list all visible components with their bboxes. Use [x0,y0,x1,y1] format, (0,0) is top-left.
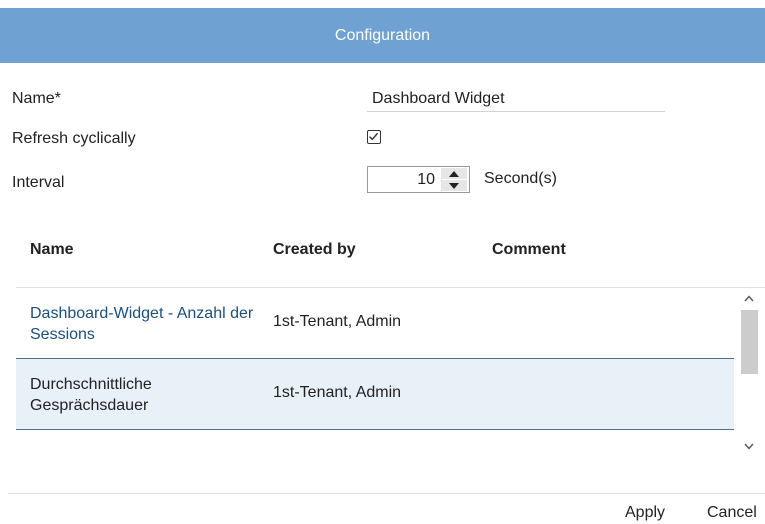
checkmark-icon [369,132,379,141]
triangle-down-icon [449,182,459,189]
column-header-comment[interactable]: Comment [492,241,566,259]
table-row-selected[interactable]: Durchschnittliche Gesprächsdauer 1st-Ten… [16,359,734,430]
name-label: Name* [12,90,61,107]
scroll-down-button[interactable] [743,440,755,452]
interval-value[interactable]: 10 [417,171,435,189]
scroll-up-button[interactable] [743,292,755,304]
row-created-by-cell: 1st-Tenant, Admin [273,384,402,401]
dialog-header: Configuration [0,8,765,63]
scroll-thumb[interactable] [741,310,758,374]
footer-divider [8,493,765,494]
table-row[interactable]: Dashboard-Widget - Anzahl der Sessions 1… [16,288,734,359]
decrement-button[interactable] [441,180,467,191]
interval-label: Interval [12,174,65,191]
apply-button[interactable]: Apply [625,504,665,522]
cancel-button[interactable]: Cancel [707,504,757,522]
row-name-cell: Durchschnittliche Gesprächsdauer [30,376,152,414]
dialog-title: Configuration [334,26,431,44]
triangle-up-icon [449,170,459,177]
refresh-cyclically-checkbox[interactable] [367,130,381,144]
chevron-down-icon [744,443,754,450]
interval-spinner[interactable]: 10 [367,166,470,193]
column-header-created-by[interactable]: Created by [273,241,356,259]
interval-unit-label: Second(s) [484,170,557,187]
refresh-cyclically-label: Refresh cyclically [12,130,136,147]
row-created-by-cell: 1st-Tenant, Admin [273,313,402,330]
table-scrollbar[interactable] [738,288,760,458]
increment-button[interactable] [441,168,467,179]
name-input[interactable] [367,86,665,112]
chevron-up-icon [744,294,754,301]
row-name-cell: Dashboard-Widget - Anzahl der Sessions [30,305,254,343]
column-header-name[interactable]: Name [30,241,74,259]
